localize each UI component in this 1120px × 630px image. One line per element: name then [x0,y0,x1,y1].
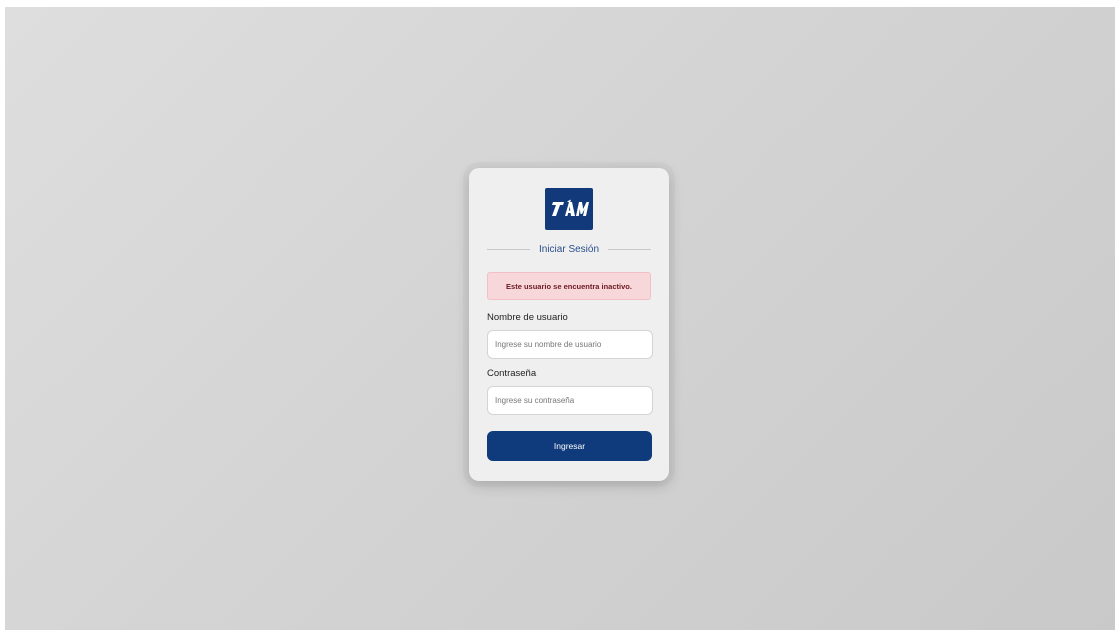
username-input[interactable] [487,330,653,359]
login-button[interactable]: Ingresar [487,431,652,461]
login-title: Iniciar Sesión [538,243,600,255]
login-card: Iniciar Sesión Este usuario se encuentra… [469,168,669,481]
inactive-user-alert: Este usuario se encuentra inactivo. [487,272,651,300]
tam-logo-mark [552,199,589,216]
title-divider: Iniciar Sesión [487,242,651,256]
page-background: Iniciar Sesión Este usuario se encuentra… [5,7,1115,630]
password-label: Contraseña [487,368,537,379]
password-input[interactable] [487,386,653,415]
divider-line-right [608,248,651,250]
username-label: Nombre de usuario [487,312,568,323]
divider-line-left [487,248,530,250]
tam-logo [545,188,593,230]
